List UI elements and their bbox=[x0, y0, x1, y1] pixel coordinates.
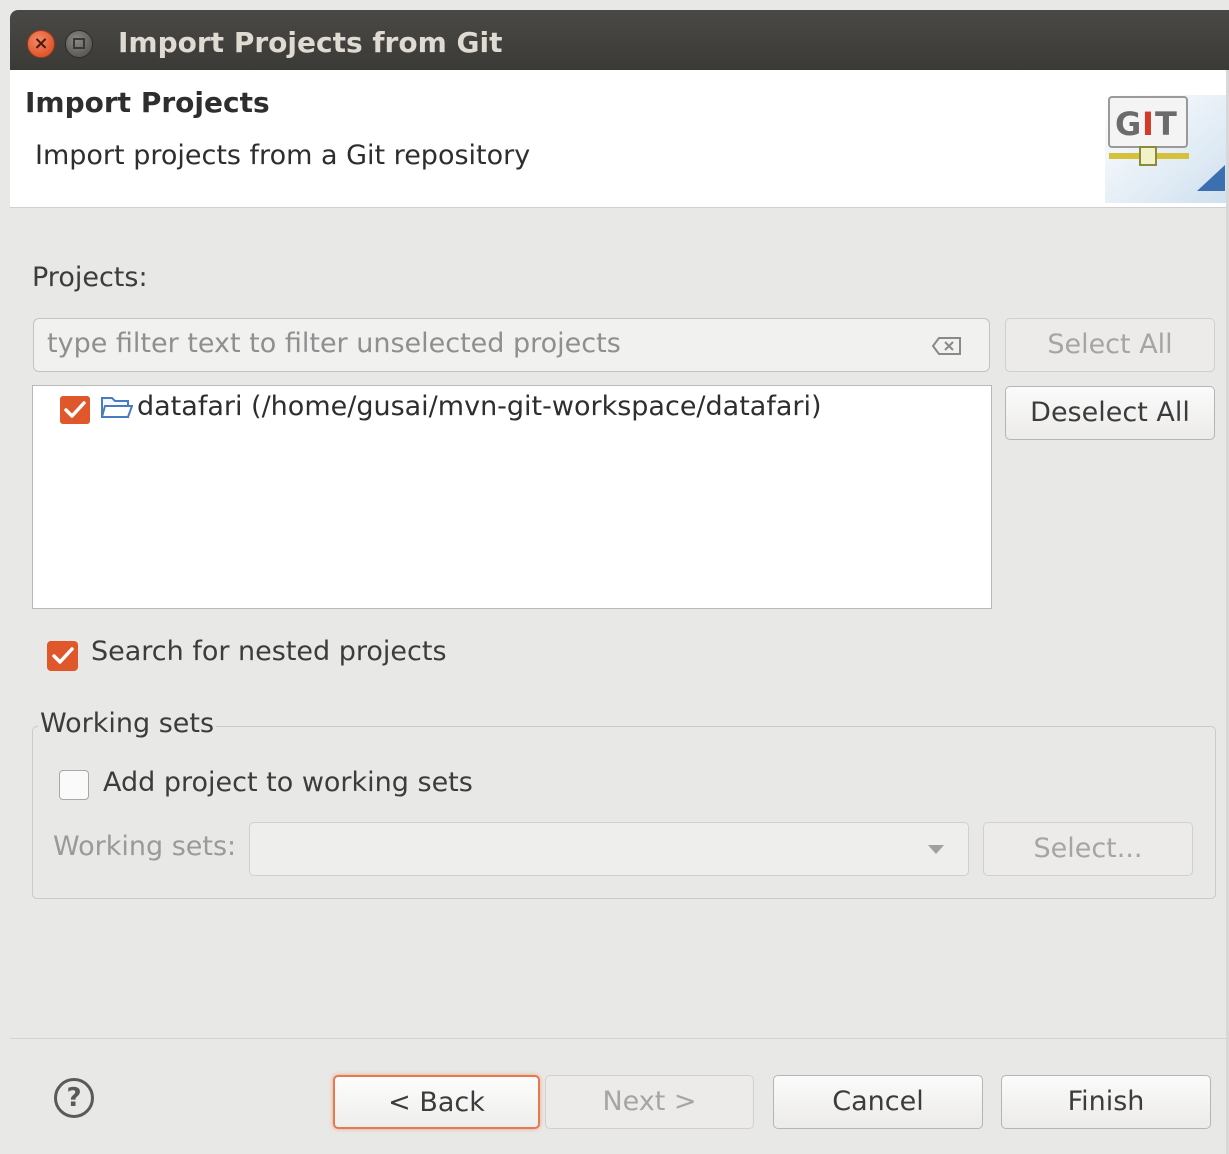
working-sets-combo[interactable] bbox=[249, 822, 969, 876]
working-sets-field-label: Working sets: bbox=[53, 831, 237, 862]
page-description: Import projects from a Git repository bbox=[35, 140, 531, 171]
svg-text:T: T bbox=[1155, 105, 1177, 143]
finish-button[interactable]: Finish bbox=[1001, 1075, 1211, 1129]
cancel-button[interactable]: Cancel bbox=[773, 1075, 983, 1129]
dropdown-arrow-icon bbox=[928, 845, 944, 854]
footer-divider bbox=[10, 1038, 1229, 1039]
folder-icon bbox=[100, 394, 134, 420]
select-working-sets-button[interactable]: Select... bbox=[983, 822, 1193, 876]
add-to-working-sets-checkbox[interactable] bbox=[59, 770, 89, 800]
git-logo-icon: G I T bbox=[1105, 95, 1229, 203]
next-button[interactable]: Next > bbox=[545, 1075, 754, 1129]
svg-text:G: G bbox=[1115, 105, 1141, 143]
back-button[interactable]: < Back bbox=[333, 1075, 540, 1129]
maximize-icon bbox=[73, 38, 85, 49]
filter-placeholder: type filter text to filter unselected pr… bbox=[47, 328, 621, 359]
close-icon: × bbox=[33, 33, 49, 54]
window-title: Import Projects from Git bbox=[118, 26, 503, 59]
help-icon[interactable]: ? bbox=[54, 1078, 94, 1118]
clear-filter-icon[interactable] bbox=[931, 337, 962, 355]
deselect-all-button[interactable]: Deselect All bbox=[1005, 386, 1215, 440]
project-item-label: datafari (/home/gusai/mvn-git-workspace/… bbox=[137, 391, 822, 422]
select-all-button[interactable]: Select All bbox=[1005, 318, 1215, 372]
page-title: Import Projects bbox=[25, 86, 270, 119]
checkmark-icon bbox=[60, 396, 90, 424]
checkmark-icon bbox=[47, 641, 78, 671]
projects-label: Projects: bbox=[32, 262, 148, 293]
add-to-working-sets-label: Add project to working sets bbox=[103, 767, 473, 798]
search-nested-label: Search for nested projects bbox=[91, 636, 447, 667]
svg-text:I: I bbox=[1142, 105, 1154, 143]
working-sets-title: Working sets bbox=[38, 708, 217, 739]
